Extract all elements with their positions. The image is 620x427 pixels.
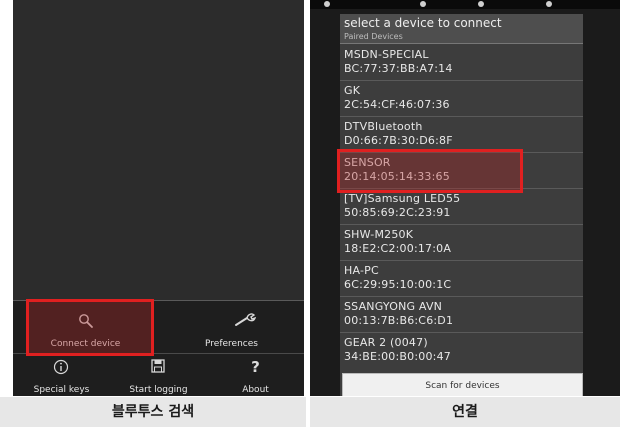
about-button[interactable]: ? About (207, 354, 304, 397)
paired-devices-heading: Paired Devices (344, 32, 403, 41)
device-name: GK (344, 84, 361, 97)
start-logging-label: Start logging (129, 385, 188, 395)
device-name: DTVBluetooth (344, 120, 423, 133)
device-address: D0:66:7B:30:D6:8F (344, 134, 453, 147)
device-item[interactable]: GEAR 2 (0047) 34:BE:00:B0:00:47 (340, 333, 583, 369)
device-address: 18:E2:C2:00:17:0A (344, 242, 452, 255)
device-item[interactable]: DTVBluetooth D0:66:7B:30:D6:8F (340, 117, 583, 153)
dialog-header: select a device to connect Paired Device… (340, 14, 583, 44)
status-icon (546, 1, 552, 7)
help-icon: ? (251, 358, 260, 376)
start-logging-button[interactable]: Start logging (110, 354, 207, 397)
device-address: 2C:54:CF:46:07:36 (344, 98, 450, 111)
status-icon (420, 1, 426, 7)
device-dialog: select a device to connect Paired Device… (340, 14, 583, 396)
preferences-button[interactable]: Preferences (159, 301, 304, 353)
dialog-title: select a device to connect (344, 16, 502, 30)
scan-for-devices-button[interactable]: Scan for devices (342, 373, 583, 396)
caption-left: 블루투스 검색 (0, 397, 306, 427)
device-address: 50:85:69:2C:23:91 (344, 206, 451, 219)
info-icon (53, 359, 69, 375)
device-picker-screen: select a device to connect Paired Device… (310, 0, 620, 396)
caption-right: 연결 (310, 397, 620, 427)
device-name: SHW-M250K (344, 228, 414, 241)
device-item[interactable]: GK 2C:54:CF:46:07:36 (340, 81, 583, 117)
connect-device-highlight (26, 299, 154, 356)
about-label: About (242, 385, 269, 395)
preferences-label: Preferences (205, 339, 258, 349)
status-icon (478, 1, 484, 7)
status-bar (310, 0, 620, 9)
special-keys-label: Special keys (33, 385, 90, 395)
device-address: 34:BE:00:B0:00:47 (344, 350, 451, 363)
device-name: MSDN-SPECIAL (344, 48, 429, 61)
device-item[interactable]: HA-PC 6C:29:95:10:00:1C (340, 261, 583, 297)
status-icon (324, 1, 330, 7)
device-address: 6C:29:95:10:00:1C (344, 278, 452, 291)
device-name: GEAR 2 (0047) (344, 336, 428, 349)
device-item[interactable]: MSDN-SPECIAL BC:77:37:BB:A7:14 (340, 45, 583, 81)
save-icon (151, 359, 165, 373)
device-name: HA-PC (344, 264, 379, 277)
special-keys-button[interactable]: Special keys (13, 354, 110, 397)
device-address: BC:77:37:BB:A7:14 (344, 62, 453, 75)
device-item[interactable]: SSANGYONG AVN 00:13:7B:B6:C6:D1 (340, 297, 583, 333)
wrench-icon (235, 313, 257, 326)
device-item[interactable]: SHW-M250K 18:E2:C2:00:17:0A (340, 225, 583, 261)
device-name: [TV]Samsung LED55 (344, 192, 461, 205)
sensor-device-highlight (337, 149, 523, 193)
device-name: SSANGYONG AVN (344, 300, 443, 313)
device-item[interactable]: [TV]Samsung LED55 50:85:69:2C:23:91 (340, 189, 583, 225)
device-address: 00:13:7B:B6:C6:D1 (344, 314, 454, 327)
